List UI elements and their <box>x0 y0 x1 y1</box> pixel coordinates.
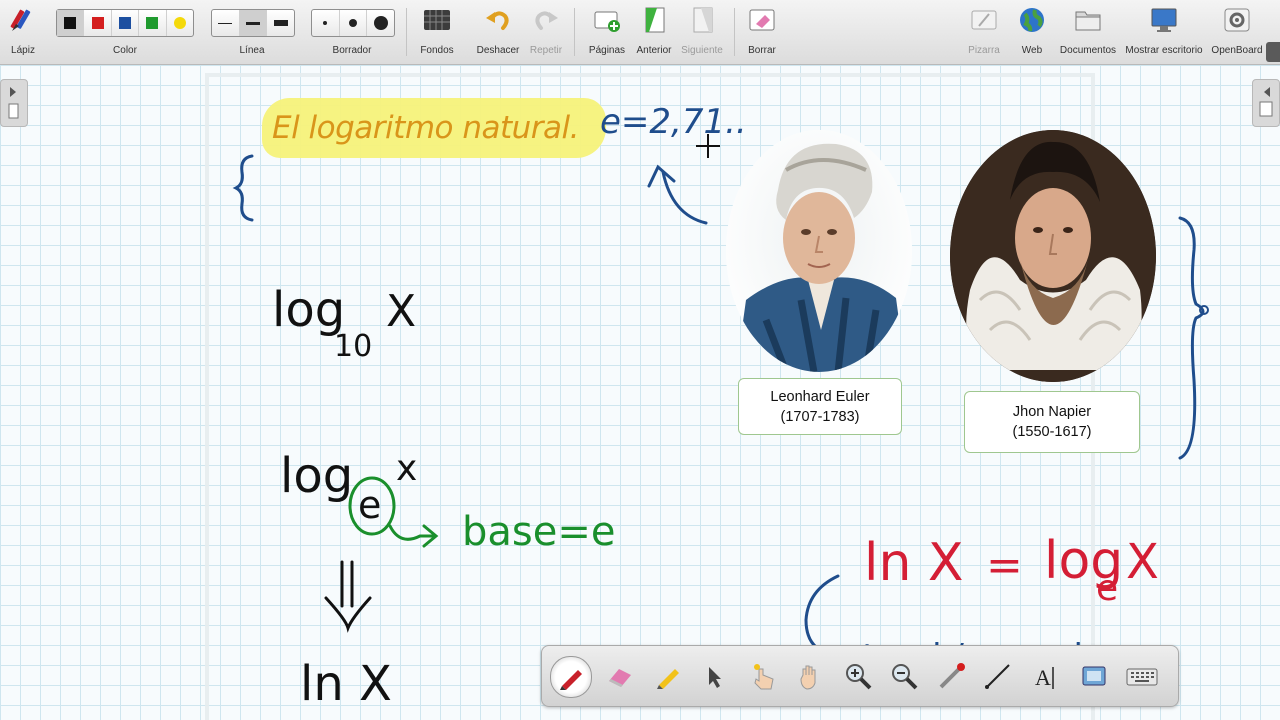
zoom-in-button[interactable] <box>838 656 878 696</box>
laser-pointer-button[interactable] <box>932 656 972 696</box>
svg-text:A: A <box>1035 665 1051 690</box>
base-note: base=e <box>462 509 615 555</box>
handwriting-layer: e=2,71.. log 10 X log e x base=e ln X ln… <box>232 102 1209 712</box>
ln-bottom-text: ln X <box>300 656 392 712</box>
log10-base: 10 <box>334 329 372 364</box>
zoom-in-icon <box>846 664 872 690</box>
capture-tool-button[interactable] <box>1074 656 1114 696</box>
highlighter-tool-button[interactable] <box>648 656 688 696</box>
interact-tool-button[interactable] <box>742 656 782 696</box>
capture-icon <box>1082 666 1106 686</box>
pen-tool-button[interactable] <box>550 656 592 698</box>
interact-icon <box>754 664 774 690</box>
loge-text: log <box>280 448 353 504</box>
keyboard-icon <box>1126 668 1158 686</box>
zoom-out-button[interactable] <box>884 656 924 696</box>
e-arrow-line <box>661 170 708 225</box>
e-value-text: e=2,71.. <box>600 102 747 142</box>
drawing-tools-bar: A <box>541 645 1179 707</box>
text-tool-button[interactable]: A <box>1026 656 1066 696</box>
loge-base: e <box>358 483 381 527</box>
equivalence-arrow <box>324 596 372 633</box>
pen-icon <box>560 670 582 690</box>
text-icon: A <box>1035 665 1054 690</box>
ln-equation-equals: = <box>986 540 1023 591</box>
log10-arg: X <box>386 286 416 337</box>
eraser-icon <box>609 669 631 687</box>
title-brace <box>232 154 254 222</box>
line-icon <box>985 664 1010 689</box>
selector-icon <box>709 667 721 688</box>
loge-arg: x <box>396 448 417 489</box>
line-tool-button[interactable] <box>978 656 1018 696</box>
hand-icon <box>800 665 816 690</box>
right-brace <box>1178 216 1205 460</box>
ln-equation-base: e <box>1096 568 1118 609</box>
virtual-keyboard-button[interactable] <box>1122 656 1162 696</box>
eraser-tool-button[interactable] <box>600 656 640 696</box>
selector-tool-button[interactable] <box>694 656 734 696</box>
ln-equation-left: ln X <box>864 533 964 593</box>
laser-icon <box>939 663 965 689</box>
zoom-out-icon <box>892 664 918 690</box>
ln-equation-arg: X <box>1126 534 1159 590</box>
equivalence-lines <box>340 560 354 608</box>
e-arrow-head <box>647 164 676 188</box>
highlighter-icon <box>657 669 679 689</box>
hand-tool-button[interactable] <box>790 656 830 696</box>
